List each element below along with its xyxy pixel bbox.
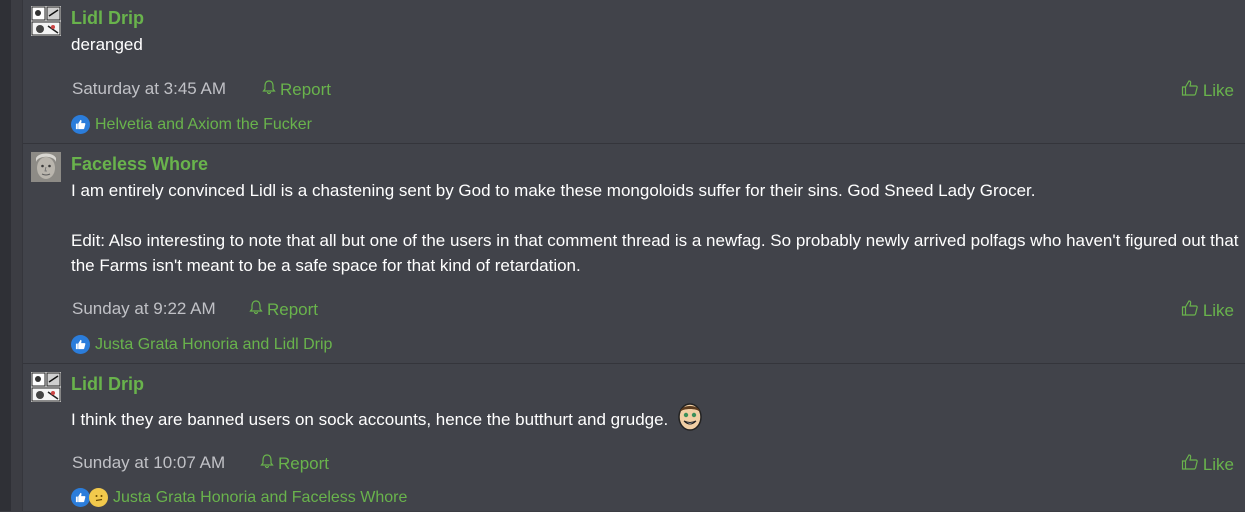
thumbs-up-reaction-icon (71, 488, 90, 507)
thinking-reaction-icon (89, 488, 108, 507)
avatar[interactable] (31, 152, 61, 182)
like-button[interactable]: Like (1181, 79, 1234, 102)
report-button[interactable]: Report (259, 453, 329, 474)
reaction-users[interactable]: Justa Grata Honoria and Faceless Whore (113, 489, 407, 507)
like-label: Like (1202, 454, 1234, 474)
report-label: Report (278, 453, 330, 473)
bell-icon (248, 299, 264, 320)
post-body-paragraph: Edit: Also interesting to note that all … (71, 231, 1239, 275)
post-body: I am entirely convinced Lidl is a chaste… (71, 178, 1241, 278)
avatar[interactable] (31, 6, 61, 36)
like-button[interactable]: Like (1181, 453, 1234, 476)
post-author[interactable]: Faceless Whore (71, 154, 208, 175)
reaction-users[interactable]: Justa Grata Honoria and Lidl Drip (95, 336, 332, 354)
post-thread: Lidl Drip deranged Saturday at 3:45 AM R… (22, 0, 1245, 511)
like-button[interactable]: Like (1181, 299, 1234, 322)
post-timestamp[interactable]: Saturday at 3:45 AM (72, 79, 226, 99)
bell-icon (259, 453, 275, 474)
post-body-text: I think they are banned users on sock ac… (71, 409, 669, 429)
post-timestamp[interactable]: Sunday at 10:07 AM (72, 453, 225, 473)
reaction-summary[interactable]: Justa Grata Honoria and Lidl Drip (71, 335, 332, 354)
post: Lidl Drip I think they are banned users … (23, 363, 1245, 512)
reaction-users[interactable]: Helvetia and Axiom the Fucker (95, 116, 312, 134)
post-body: deranged (71, 32, 1241, 57)
post-timestamp[interactable]: Sunday at 9:22 AM (72, 299, 216, 319)
left-rail (0, 0, 11, 511)
like-label: Like (1202, 300, 1234, 320)
post-body-paragraph: deranged (71, 35, 143, 54)
avatar[interactable] (31, 372, 61, 402)
report-button[interactable]: Report (261, 79, 331, 100)
post-body: I think they are banned users on sock ac… (71, 402, 1241, 439)
reaction-summary[interactable]: Justa Grata Honoria and Faceless Whore (71, 488, 407, 507)
post-author[interactable]: Lidl Drip (71, 8, 144, 29)
smiley-face-emoji (677, 402, 703, 439)
post: Lidl Drip deranged Saturday at 3:45 AM R… (23, 0, 1245, 143)
post-body-paragraph: I think they are banned users on sock ac… (71, 402, 1241, 439)
report-label: Report (267, 299, 319, 319)
post-body-paragraph: I am entirely convinced Lidl is a chaste… (71, 181, 1036, 200)
thumbs-up-reaction-icon (71, 115, 90, 134)
thumbs-up-outline-icon (1181, 453, 1199, 476)
report-label: Report (280, 79, 332, 99)
report-button[interactable]: Report (248, 299, 318, 320)
thumbs-up-outline-icon (1181, 299, 1199, 322)
post: Faceless Whore I am entirely convinced L… (23, 143, 1245, 364)
thumbs-up-reaction-icon (71, 335, 90, 354)
post-author[interactable]: Lidl Drip (71, 374, 144, 395)
thumbs-up-outline-icon (1181, 79, 1199, 102)
bell-icon (261, 79, 277, 100)
reaction-summary[interactable]: Helvetia and Axiom the Fucker (71, 115, 312, 134)
like-label: Like (1202, 80, 1234, 100)
